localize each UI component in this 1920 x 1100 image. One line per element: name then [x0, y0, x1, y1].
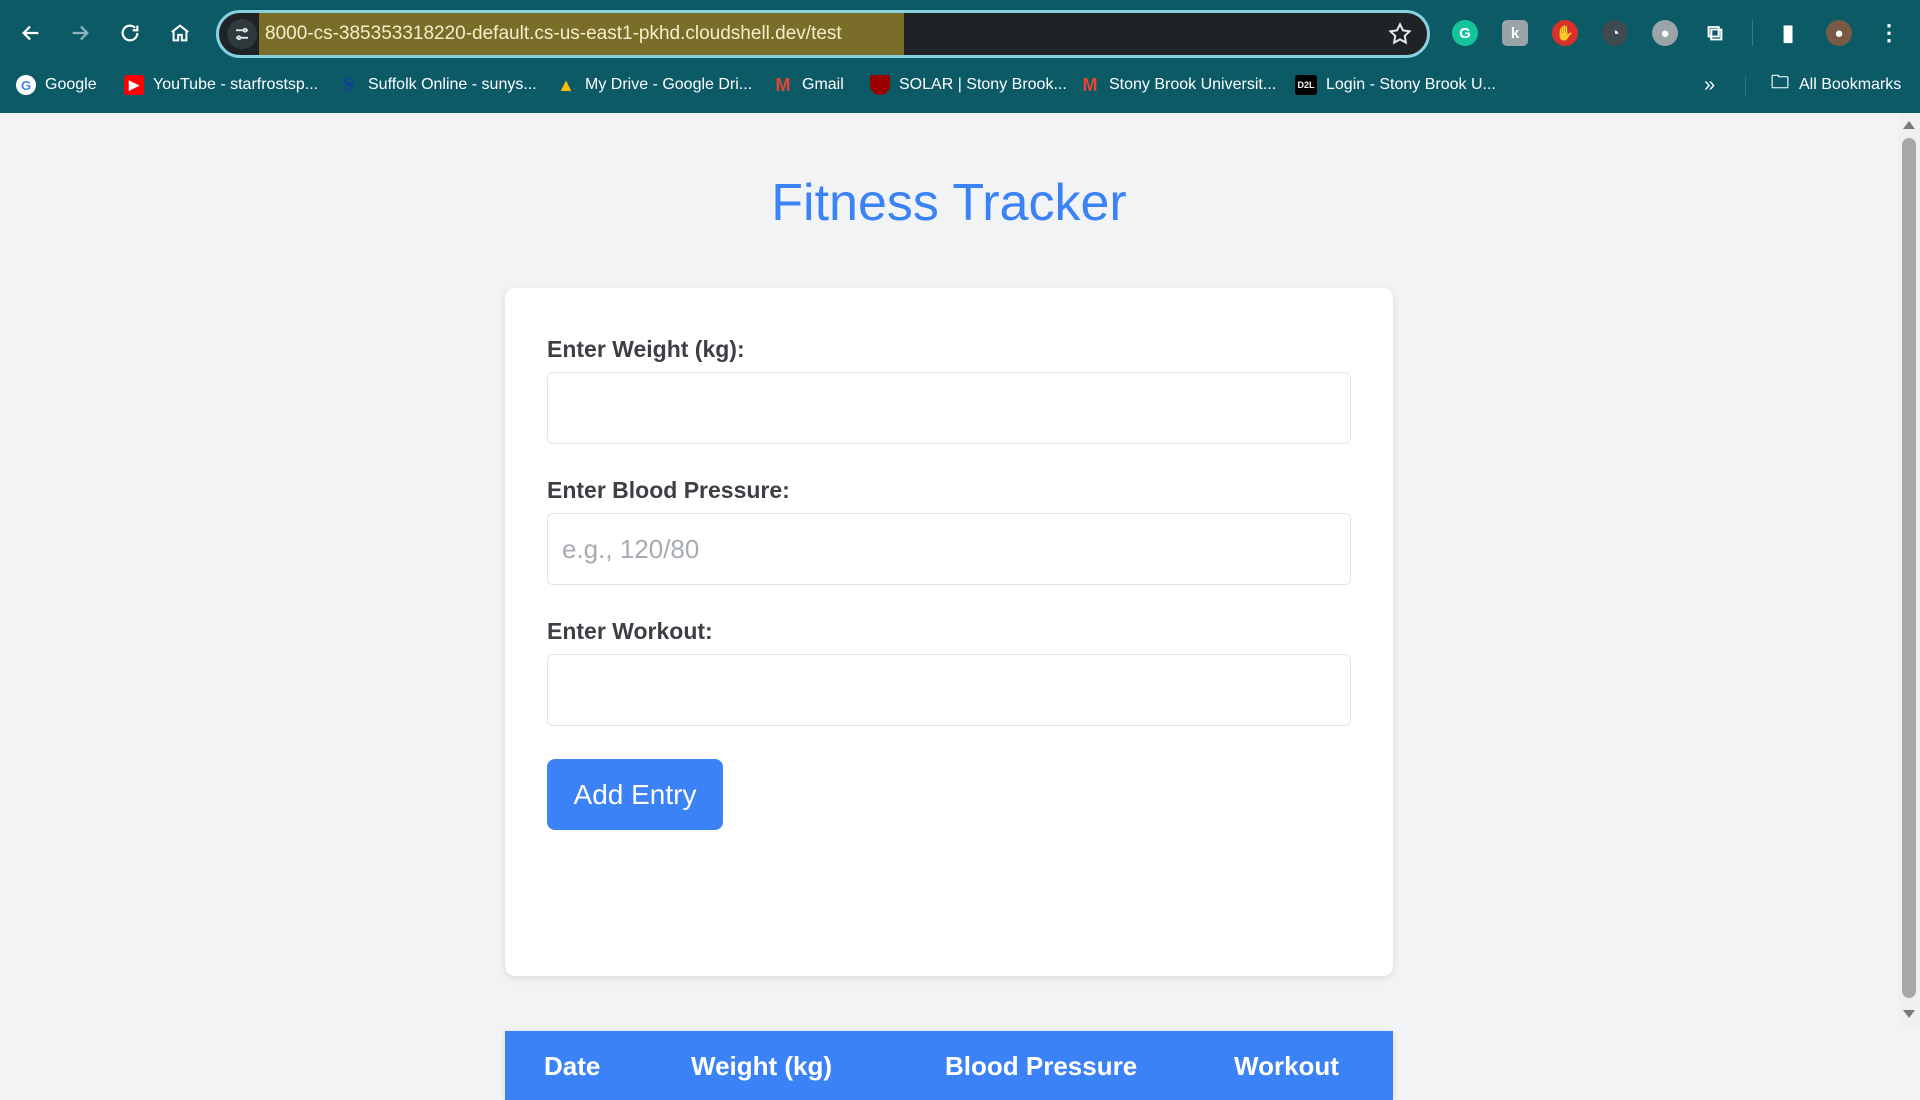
extensions-puzzle-icon[interactable]: ⧉ — [1702, 20, 1728, 46]
bookmark-google-drive[interactable]: ▲ My Drive - Google Dri... — [556, 72, 752, 98]
home-icon — [171, 24, 189, 42]
bookmark-google[interactable]: G Google — [16, 72, 97, 98]
folder-icon: 🗀 — [1771, 72, 1789, 92]
youtube-icon: ▶ — [124, 75, 144, 95]
column-header-workout: Workout — [1234, 1051, 1339, 1081]
bookmarks-divider — [1745, 76, 1746, 96]
weight-label: Enter Weight (kg): — [547, 336, 745, 362]
scroll-thumb[interactable] — [1902, 138, 1916, 998]
browser-toolbar: 8000-cs-385353318220-default.cs-us-east1… — [0, 0, 1920, 68]
bookmark-suffolk[interactable]: S Suffolk Online - sunys... — [339, 72, 537, 98]
home-button[interactable] — [161, 14, 199, 52]
address-bar[interactable]: 8000-cs-385353318220-default.cs-us-east1… — [216, 10, 1430, 58]
bookmark-label: Login - Stony Brook U... — [1326, 76, 1496, 93]
forward-button[interactable] — [61, 14, 99, 52]
toolbar-divider — [1752, 20, 1753, 46]
column-header-weight: Weight (kg) — [691, 1051, 833, 1081]
browser-menu-icon[interactable]: ⋮ — [1876, 20, 1902, 46]
gmail-icon: M — [1082, 74, 1098, 95]
extension-pie-icon[interactable]: ◔ — [1602, 20, 1628, 46]
bookmark-label: SOLAR | Stony Brook... — [899, 76, 1067, 93]
bookmark-star-icon[interactable] — [1387, 21, 1413, 47]
browser-chrome: 8000-cs-385353318220-default.cs-us-east1… — [0, 0, 1920, 113]
bookmark-label: Gmail — [802, 76, 844, 93]
column-header-blood-pressure: Blood Pressure — [945, 1051, 1138, 1081]
arrow-right-icon — [72, 25, 89, 41]
url-text[interactable]: 8000-cs-385353318220-default.cs-us-east1… — [265, 23, 842, 45]
page-content: Fitness Tracker Enter Weight (kg): Enter… — [0, 113, 1898, 1100]
profile-avatar[interactable]: ● — [1826, 20, 1852, 46]
entries-table-header: Date Weight (kg) Blood Pressure Workout — [505, 1031, 1393, 1100]
workout-label: Enter Workout: — [547, 618, 713, 644]
google-icon: G — [16, 75, 36, 95]
gmail-icon: M — [775, 74, 791, 95]
extension-icon[interactable]: k — [1502, 20, 1528, 46]
bookmarks-bar: G Google ▶ YouTube - starfrostsp... S Su… — [0, 68, 1920, 102]
add-entry-button[interactable]: Add Entry — [547, 759, 723, 830]
more-bookmarks-chevron-icon[interactable]: » — [1704, 72, 1715, 98]
bookmark-label: Stony Brook Universit... — [1109, 76, 1277, 93]
bookmark-youtube[interactable]: ▶ YouTube - starfrostsp... — [124, 72, 318, 98]
suffolk-icon: S — [343, 73, 355, 96]
adblock-hand-icon[interactable]: ✋ — [1552, 20, 1578, 46]
all-bookmarks-button[interactable]: 🗀 All Bookmarks — [1770, 72, 1901, 98]
bookmark-label: Google — [45, 76, 97, 93]
scroll-up-arrow-icon[interactable] — [1903, 121, 1915, 129]
arrow-left-icon — [22, 25, 39, 41]
grammarly-icon[interactable]: G — [1452, 20, 1478, 46]
weight-input[interactable] — [547, 372, 1351, 444]
side-panel-icon[interactable]: ▮ — [1775, 20, 1801, 46]
bookmark-label: Suffolk Online - sunys... — [368, 76, 537, 93]
column-header-date: Date — [544, 1051, 601, 1081]
bookmark-d2l-login[interactable]: D2L Login - Stony Brook U... — [1295, 72, 1496, 98]
bookmark-stony-brook-mail[interactable]: M Stony Brook Universit... — [1080, 72, 1277, 98]
site-settings-icon[interactable] — [227, 19, 257, 49]
page-scrollbar[interactable] — [1898, 113, 1920, 1026]
stony-brook-shield-icon — [870, 75, 890, 95]
reload-button[interactable] — [111, 14, 149, 52]
workout-input[interactable] — [547, 654, 1351, 726]
bookmark-solar[interactable]: SOLAR | Stony Brook... — [870, 72, 1067, 98]
blood-pressure-input[interactable] — [547, 513, 1351, 585]
page-title: Fitness Tracker — [771, 174, 1127, 232]
extension-location-icon[interactable]: ● — [1652, 20, 1678, 46]
scroll-down-arrow-icon[interactable] — [1903, 1010, 1915, 1018]
back-button[interactable] — [12, 14, 50, 52]
bookmark-label: YouTube - starfrostsp... — [153, 76, 319, 93]
blood-pressure-label: Enter Blood Pressure: — [547, 477, 790, 503]
bookmark-label: My Drive - Google Dri... — [585, 76, 753, 93]
all-bookmarks-label: All Bookmarks — [1799, 76, 1902, 93]
entry-form-card: Enter Weight (kg): Enter Blood Pressure:… — [505, 288, 1393, 976]
bookmark-gmail[interactable]: M Gmail — [773, 72, 844, 98]
google-drive-icon: ▲ — [557, 74, 575, 95]
reload-icon — [121, 24, 139, 42]
d2l-icon: D2L — [1295, 75, 1317, 95]
